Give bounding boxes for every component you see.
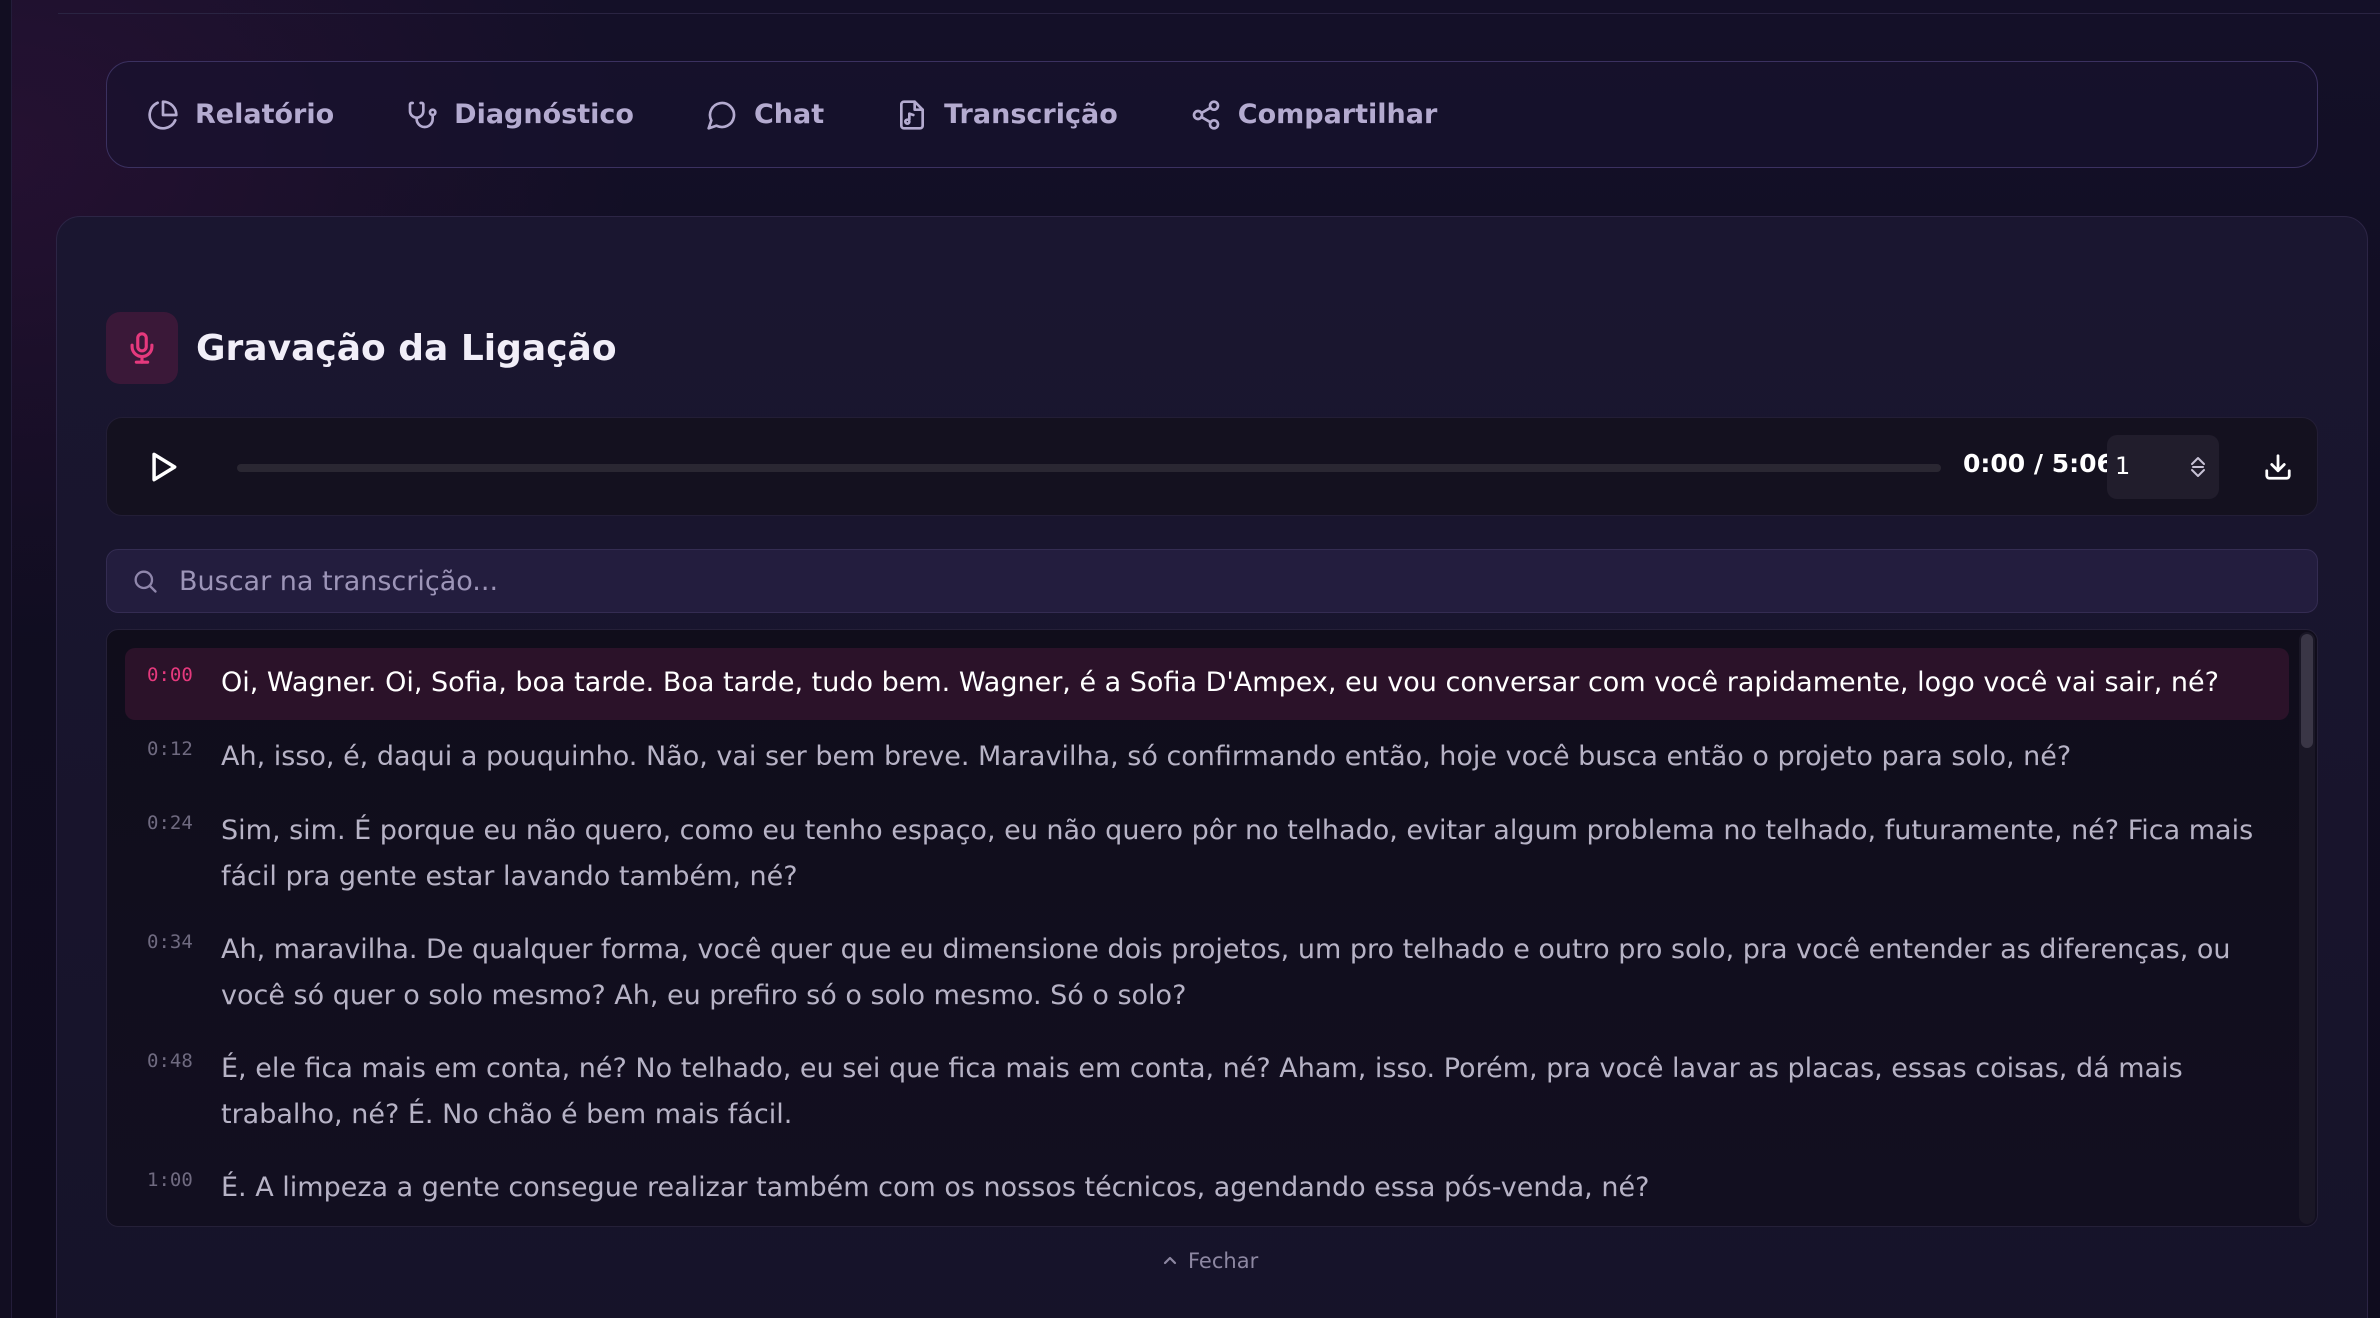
tab-label: Transcrição xyxy=(944,99,1118,130)
download-button[interactable] xyxy=(2259,448,2297,486)
transcript-segment[interactable]: 0:48 É, ele fica mais em conta, né? No t… xyxy=(125,1034,2289,1150)
tab-relatorio[interactable]: Relatório xyxy=(147,99,334,131)
share-icon xyxy=(1192,99,1220,130)
microphone-badge xyxy=(106,312,178,384)
file-audio-icon xyxy=(900,99,925,130)
scrollbar-thumb[interactable] xyxy=(2301,634,2313,748)
search-icon xyxy=(134,570,157,593)
audio-player: 0:00 / 5:06 1 xyxy=(106,417,2318,516)
tab-label: Compartilhar xyxy=(1237,99,1438,130)
chevron-up-icon xyxy=(1163,1256,1177,1265)
segment-text: Sim, sim. É porque eu não quero, como eu… xyxy=(221,815,2254,892)
header-divider xyxy=(58,13,2380,14)
recording-header: Gravação da Ligação xyxy=(106,311,617,385)
recording-title: Gravação da Ligação xyxy=(196,327,617,369)
message-circle-icon xyxy=(707,101,736,130)
play-icon xyxy=(152,452,177,482)
segment-timestamp: 0:24 xyxy=(147,812,193,834)
transcript-search xyxy=(106,549,2318,613)
progress-bar[interactable] xyxy=(237,464,1941,472)
transcript-list[interactable]: 0:00 Oi, Wagner. Oi, Sofia, boa tarde. B… xyxy=(106,629,2318,1227)
segment-timestamp: 1:00 xyxy=(147,1169,193,1191)
transcript-segment[interactable]: 0:34 Ah, maravilha. De qualquer forma, v… xyxy=(125,915,2289,1031)
section-tabs: Relatório Diagnóstico Chat Transcrição C… xyxy=(106,61,2318,168)
playback-rate-value: 1 xyxy=(2115,452,2131,480)
close-transcript-button[interactable]: Fechar xyxy=(1162,1247,1258,1275)
segment-timestamp: 0:12 xyxy=(147,738,193,760)
download-icon xyxy=(2265,454,2291,480)
tab-chat[interactable]: Chat xyxy=(706,99,824,131)
close-label: Fechar xyxy=(1188,1249,1259,1273)
segment-text: É. A limpeza a gente consegue realizar t… xyxy=(221,1172,1650,1203)
transcript-scrollbar[interactable] xyxy=(2299,632,2315,1224)
chevron-up-down-icon xyxy=(2191,457,2205,477)
app-left-rail xyxy=(0,0,12,1318)
tab-diagnostico[interactable]: Diagnóstico xyxy=(406,99,634,131)
segment-text: Ah, maravilha. De qualquer forma, você q… xyxy=(221,934,2231,1011)
transcript-segment[interactable]: 1:00 É. A limpeza a gente consegue reali… xyxy=(125,1153,2289,1225)
pie-chart-icon xyxy=(148,99,178,130)
transcript-segment[interactable]: 0:24 Sim, sim. É porque eu não quero, co… xyxy=(125,796,2289,912)
stethoscope-icon xyxy=(408,101,437,128)
tab-compartilhar[interactable]: Compartilhar xyxy=(1190,99,1438,131)
transcript-segment[interactable]: 0:00 Oi, Wagner. Oi, Sofia, boa tarde. B… xyxy=(125,648,2289,720)
segment-text: Oi, Wagner. Oi, Sofia, boa tarde. Boa ta… xyxy=(221,667,2219,698)
search-input[interactable] xyxy=(179,550,2279,612)
tab-label: Diagnóstico xyxy=(454,99,634,130)
segment-timestamp: 0:00 xyxy=(147,664,193,686)
segment-timestamp: 0:48 xyxy=(147,1050,193,1072)
tab-transcricao[interactable]: Transcrição xyxy=(896,99,1118,131)
segment-text: É, ele fica mais em conta, né? No telhad… xyxy=(221,1053,2183,1130)
transcript-segment[interactable]: 0:12 Ah, isso, é, daqui a pouquinho. Não… xyxy=(125,722,2289,794)
tab-label: Chat xyxy=(753,99,825,130)
segment-timestamp: 0:34 xyxy=(147,931,193,953)
tab-label: Relatório xyxy=(195,99,335,130)
microphone-icon xyxy=(130,332,154,364)
play-button[interactable] xyxy=(143,448,181,486)
playback-rate-select[interactable]: 1 xyxy=(2107,435,2219,499)
time-display: 0:00 / 5:06 xyxy=(1963,449,2114,478)
segment-text: Ah, isso, é, daqui a pouquinho. Não, vai… xyxy=(221,741,2072,772)
